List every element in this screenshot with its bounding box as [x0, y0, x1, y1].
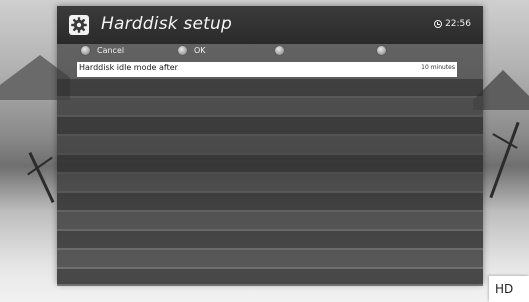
- list-row: [57, 155, 483, 172]
- ok-button[interactable]: OK: [178, 46, 206, 55]
- list-row: [57, 117, 483, 134]
- ok-label: OK: [194, 46, 206, 55]
- setting-label: Harddisk idle mode after: [79, 63, 178, 72]
- cancel-button[interactable]: Cancel: [81, 46, 124, 55]
- list-row: [57, 269, 483, 286]
- list-row: [57, 98, 483, 115]
- softkey-4-button[interactable]: [377, 46, 393, 55]
- list-row: [57, 250, 483, 267]
- settings-list: Harddisk idle mode after 10 minutes: [57, 62, 483, 288]
- clock-icon: [434, 20, 443, 28]
- clock-time: 22:56: [445, 19, 471, 29]
- setting-row-idle-mode[interactable]: Harddisk idle mode after 10 minutes: [77, 62, 457, 77]
- cancel-label: Cancel: [97, 46, 125, 55]
- list-row: [57, 174, 483, 191]
- setting-value: 10 minutes: [421, 64, 455, 71]
- list-row: [57, 231, 483, 248]
- key-dot-icon: [275, 46, 284, 55]
- list-row: [57, 79, 483, 96]
- clock: 22:56: [434, 19, 471, 29]
- softkey-3-button[interactable]: [275, 46, 291, 55]
- list-row: [57, 136, 483, 153]
- key-dot-icon: [81, 46, 90, 55]
- gear-icon: [69, 15, 89, 35]
- key-dot-icon: [377, 46, 386, 55]
- settings-panel: Harddisk setup 22:56 Cancel OK Harddisk …: [57, 6, 483, 286]
- key-dot-icon: [178, 46, 187, 55]
- list-row: [57, 193, 483, 210]
- softkey-bar: Cancel OK: [57, 46, 483, 60]
- page-title: Harddisk setup: [101, 14, 232, 34]
- list-row: [57, 212, 483, 229]
- panel-header: Harddisk setup 22:56: [57, 6, 483, 44]
- hd-badge: HD: [489, 276, 529, 302]
